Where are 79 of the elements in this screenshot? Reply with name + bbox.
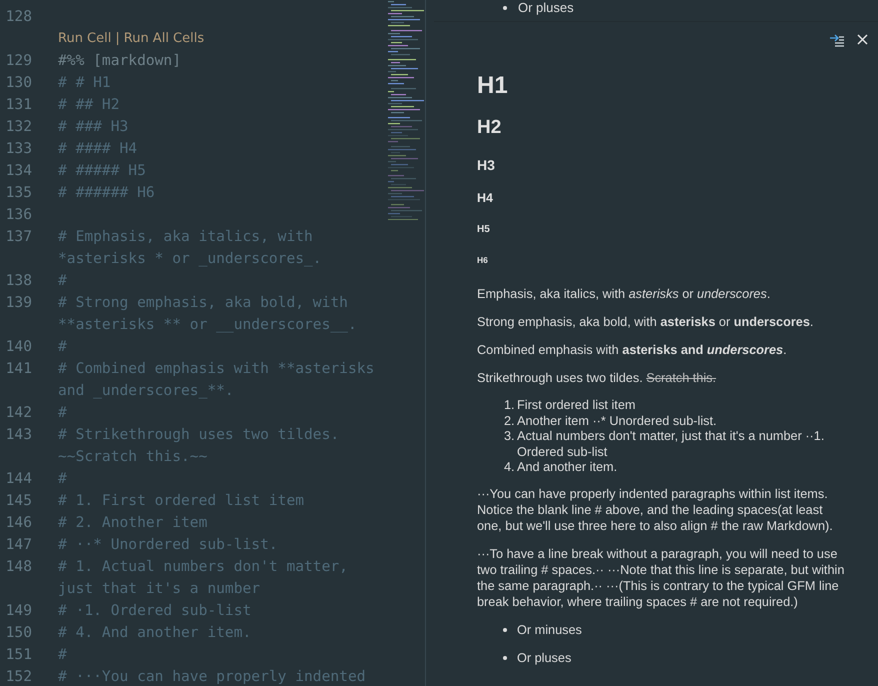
- line-number: 134: [4, 161, 32, 181]
- list-item: Another item ··* Unordered sub-list.: [517, 414, 717, 429]
- code-line: #: [58, 337, 68, 357]
- heading: H5: [477, 223, 491, 237]
- line-number: 142: [4, 403, 32, 423]
- code-line: # 1. First ordered list item: [58, 491, 306, 511]
- code-line: #%% [markdown]: [58, 51, 182, 71]
- code-line: # ···You can have properly indented: [58, 667, 367, 686]
- code-line: # ## H2: [58, 95, 121, 115]
- line-number: 129: [4, 51, 32, 71]
- line-number: 149: [4, 601, 32, 621]
- heading: H4: [477, 190, 494, 207]
- line-number: 145: [4, 491, 32, 511]
- line-number: 143: [4, 425, 32, 445]
- line-number: 138: [4, 271, 32, 291]
- list-number: 4.: [504, 460, 513, 476]
- paragraph: Combined emphasis with asterisks and underscores.: [477, 342, 788, 358]
- code-line: #: [58, 403, 68, 423]
- list-item: First ordered list item: [517, 398, 636, 414]
- list-item: Or pluses: [517, 650, 572, 666]
- indent-list-icon[interactable]: [829, 34, 845, 48]
- code-line: # # H1: [58, 73, 112, 93]
- line-number: 150: [4, 623, 32, 643]
- line-number: 136: [4, 205, 32, 225]
- line-number: 144: [4, 469, 32, 489]
- code-line: # Strikethrough uses two tildes. ~~Scratch this.~~: [58, 425, 340, 467]
- line-number: 132: [4, 117, 32, 137]
- list-item: And another item.: [517, 460, 618, 476]
- code-line: #: [58, 469, 68, 489]
- close-icon[interactable]: [857, 34, 868, 45]
- line-number: 148: [4, 557, 32, 577]
- list-number: 3.: [504, 429, 513, 445]
- code-line: # 2. Another item: [58, 513, 208, 533]
- code-line: # ##### H5: [58, 161, 147, 181]
- code-lens-link[interactable]: Run All Cells: [124, 28, 204, 50]
- line-number: 139: [4, 293, 32, 313]
- heading: H1: [477, 71, 509, 101]
- line-number: 130: [4, 73, 32, 93]
- line-number: 152: [4, 667, 32, 686]
- line-number: 137: [4, 227, 32, 247]
- paragraph: Strikethrough uses two tildes. Scratch this.: [477, 370, 718, 386]
- line-number: 133: [4, 139, 32, 159]
- list-number: 2.: [504, 414, 513, 429]
- line-number: 141: [4, 359, 32, 379]
- heading: H6: [477, 254, 489, 267]
- code-lens-link[interactable]: Run Cell: [58, 28, 112, 50]
- code-line: # ### H3: [58, 117, 130, 137]
- line-number: 140: [4, 337, 32, 357]
- code-line: # #### H4: [58, 139, 138, 159]
- paragraph: Emphasis, aka italics, with asterisks or underscores.: [477, 286, 772, 302]
- list-item: Actual numbers don't matter, just that it's a number ··1. Ordered sub-list: [517, 429, 826, 460]
- heading: H3: [477, 156, 496, 175]
- line-number: 147: [4, 535, 32, 555]
- heading: H2: [477, 116, 502, 140]
- code-line: # ··* Unordered sub-list.: [58, 535, 279, 555]
- code-line: # 4. And another item.: [58, 623, 252, 643]
- list-item: Or pluses: [518, 0, 574, 15]
- code-line: # 1. Actual numbers don't matter, just that it's a number: [58, 557, 349, 599]
- bullet-icon: [503, 628, 507, 632]
- paragraph: ···You can have properly indented paragraphs within list items. Notice the blank line # above, and the leading spaces(at least one, but we'll use three here to also align # the raw Markdown).: [477, 486, 834, 534]
- line-number: 146: [4, 513, 32, 533]
- line-number: 135: [4, 183, 32, 203]
- code-line: #: [58, 645, 68, 665]
- list-item: Or minuses: [517, 622, 582, 638]
- code-line: # Strong emphasis, aka bold, with **asterisks ** or __underscores__.: [58, 293, 358, 335]
- separator: |: [115, 30, 120, 48]
- bullet-icon: [503, 656, 507, 660]
- line-number: 128: [4, 7, 32, 27]
- minimap-drawing[interactable]: [388, 1, 424, 220]
- code-line: # Emphasis, aka italics, with *asterisks * or _underscores_.: [58, 227, 323, 269]
- line-number: 131: [4, 95, 32, 115]
- paragraph: Strong emphasis, aka bold, with asterisks or underscores.: [477, 314, 814, 330]
- code-line: # ·1. Ordered sub-list: [58, 601, 252, 621]
- line-number: 151: [4, 645, 32, 665]
- paragraph: ···To have a line break without a paragraph, you will need to use two trailing # spaces.·· ···Note that this line is separate, but within the same paragraph.·· ···(This is contrary to the typical GFM line break behavior, where trailing spaces # are not required.): [477, 546, 845, 610]
- list-number: 1.: [504, 398, 513, 414]
- code-line: #: [58, 271, 68, 291]
- code-line: # Combined emphasis with **asterisks and _underscores_**.: [58, 359, 376, 401]
- code-line: # ###### H6: [58, 183, 156, 203]
